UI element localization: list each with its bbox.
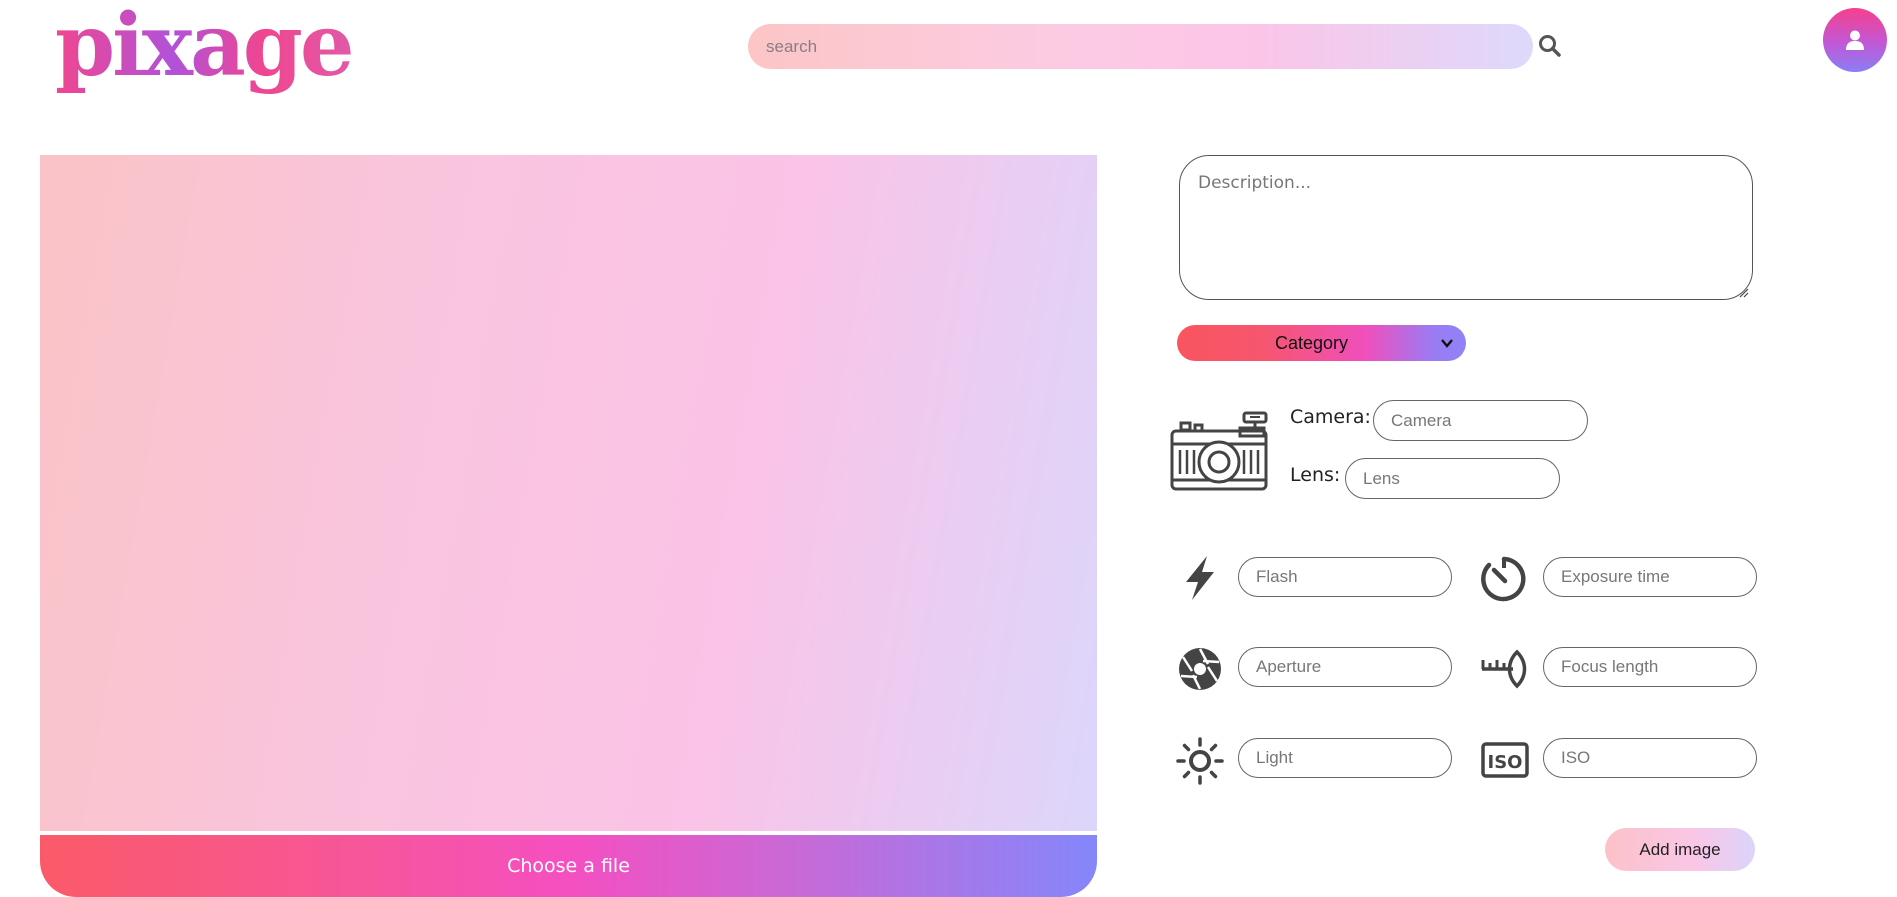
user-icon xyxy=(1846,30,1864,50)
camera-icon xyxy=(1170,410,1268,497)
search-icon xyxy=(1539,35,1561,57)
timer-icon xyxy=(1481,554,1527,607)
description-field[interactable] xyxy=(1179,155,1753,300)
logo[interactable]: pixage xyxy=(55,0,355,96)
focus-length-input[interactable] xyxy=(1543,647,1757,687)
search-button[interactable] xyxy=(1537,33,1563,59)
resize-grip[interactable] xyxy=(1737,285,1749,298)
light-input[interactable] xyxy=(1238,738,1452,778)
lens-label: Lens: xyxy=(1290,464,1341,486)
exposure-time-input[interactable] xyxy=(1543,557,1757,597)
chevron-down-icon xyxy=(1441,339,1453,348)
camera-label: Camera: xyxy=(1290,406,1371,428)
lens-input[interactable] xyxy=(1345,458,1560,499)
category-label: Category xyxy=(1274,332,1349,353)
avatar[interactable] xyxy=(1823,8,1887,72)
add-image-button[interactable]: Add image xyxy=(1605,828,1755,871)
aperture-input[interactable] xyxy=(1238,647,1452,687)
sun-icon xyxy=(1176,737,1224,790)
iso-icon: ISO xyxy=(1481,742,1529,783)
choose-file-button[interactable]: Choose a file xyxy=(40,835,1097,897)
search-input[interactable] xyxy=(748,24,1533,69)
camera-input[interactable] xyxy=(1373,400,1588,441)
aperture-icon xyxy=(1177,645,1223,698)
flash-input[interactable] xyxy=(1238,557,1452,597)
svg-text:ISO: ISO xyxy=(1488,752,1523,773)
lightning-icon xyxy=(1180,554,1220,607)
iso-input[interactable] xyxy=(1543,738,1757,778)
category-select[interactable]: Category xyxy=(1177,325,1466,361)
image-preview xyxy=(40,155,1097,831)
focus-length-icon xyxy=(1479,648,1527,695)
